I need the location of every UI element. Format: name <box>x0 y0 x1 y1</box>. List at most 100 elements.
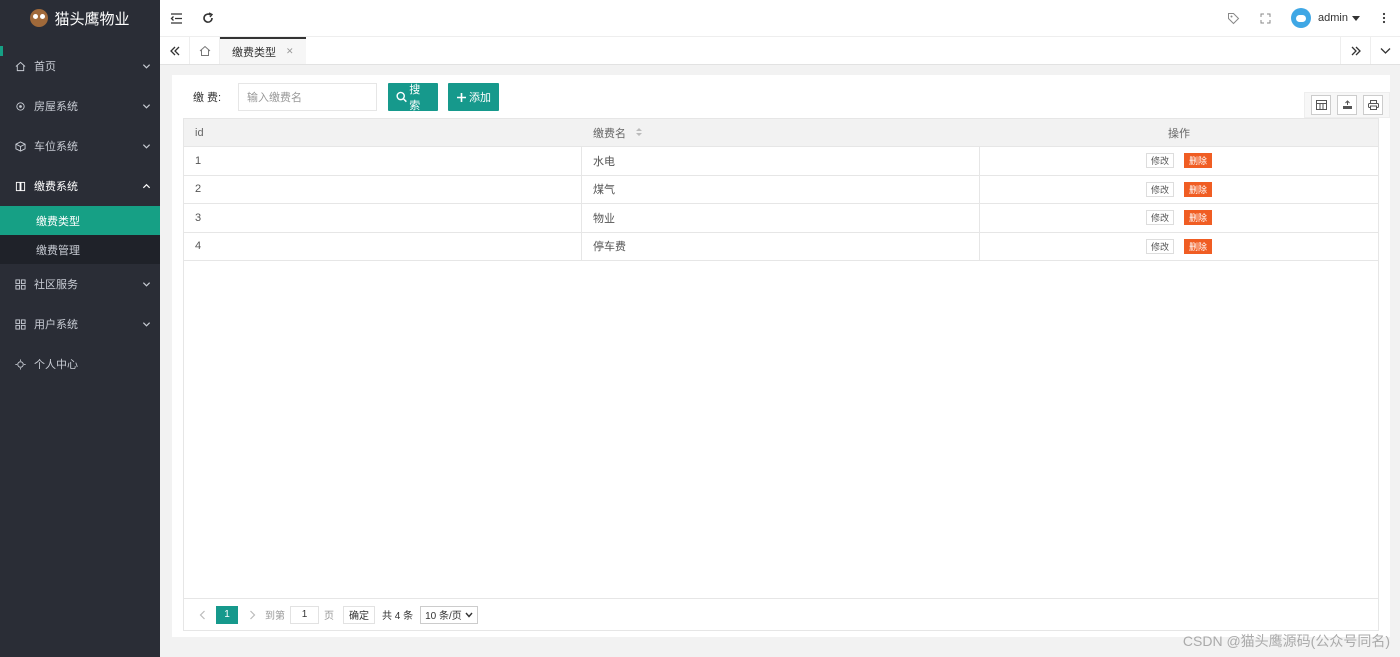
fee-type-table: id 缴费名 操作 1 水电 修改 删除 2 煤气 修改 删除 3 物业 修改 … <box>183 118 1379 631</box>
goto-confirm-button[interactable]: 确定 <box>343 605 375 624</box>
search-toolbar: 缴 费: 输入缴费名 搜索 添加 <box>182 83 499 112</box>
tag-icon <box>1227 12 1239 24</box>
chevron-down-icon <box>1380 47 1391 54</box>
fee-name-search-input[interactable]: 输入缴费名 <box>238 83 377 111</box>
tabs-bar: 缴费类型 ✕ <box>160 36 1400 65</box>
collapse-menu-button[interactable] <box>160 0 192 36</box>
page-size-select[interactable]: 10 条/页 <box>420 605 478 624</box>
column-header-name[interactable]: 缴费名 <box>582 125 980 141</box>
columns-icon <box>1315 100 1327 110</box>
table-row: 3 物业 修改 删除 <box>184 204 1378 233</box>
total-count: 共 4 条 <box>382 611 414 622</box>
sidebar-item-community[interactable]: 社区服务 <box>0 264 160 304</box>
edit-button[interactable]: 修改 <box>1145 210 1174 226</box>
theme-button[interactable] <box>1217 0 1249 36</box>
chevron-down-icon <box>142 62 151 70</box>
home-tab-button[interactable] <box>190 37 220 64</box>
column-header-id[interactable]: id <box>184 127 582 139</box>
sidebar-item-housing[interactable]: 房屋系统 <box>0 86 160 126</box>
edit-button[interactable]: 修改 <box>1145 153 1174 169</box>
edit-button[interactable]: 修改 <box>1145 181 1174 197</box>
refresh-button[interactable] <box>192 0 224 36</box>
goto-page-input[interactable]: 1 <box>290 605 319 624</box>
more-vertical-icon <box>1382 12 1386 24</box>
cell-name: 停车费 <box>582 232 980 260</box>
sidebar-subitem-fee-types[interactable]: 缴费类型 <box>0 206 160 235</box>
current-page[interactable]: 1 <box>216 605 238 624</box>
cell-actions: 修改 删除 <box>980 210 1378 226</box>
owl-logo-icon <box>30 9 49 27</box>
table-tools <box>1304 92 1390 118</box>
export-button[interactable] <box>1337 95 1357 115</box>
tabs-dropdown-button[interactable] <box>1370 37 1400 64</box>
tab-label: 缴费类型 <box>232 46 276 59</box>
sidebar-item-parking[interactable]: 车位系统 <box>0 126 160 166</box>
chevron-down-icon <box>142 280 151 288</box>
sidebar: 猫头鹰物业 首页 房屋系统 车位系统 缴费系统 缴费类型 缴费管理 社区服务 用… <box>0 0 160 657</box>
prev-page-button[interactable] <box>194 610 210 620</box>
apps-icon <box>14 278 26 290</box>
delete-button[interactable]: 删除 <box>1184 181 1213 197</box>
more-button[interactable] <box>1368 0 1400 36</box>
book-icon <box>14 180 26 192</box>
chevron-down-icon <box>142 142 151 150</box>
search-placeholder: 输入缴费名 <box>247 92 302 104</box>
settings-icon <box>14 100 26 112</box>
search-icon <box>396 91 407 103</box>
refresh-icon <box>203 12 214 23</box>
cell-id: 1 <box>184 147 582 175</box>
user-menu[interactable]: admin <box>1291 8 1360 28</box>
edit-button[interactable]: 修改 <box>1145 238 1174 254</box>
column-header-actions: 操作 <box>1168 127 1190 140</box>
tab-fee-types[interactable]: 缴费类型 ✕ <box>220 37 306 64</box>
print-button[interactable] <box>1363 95 1383 115</box>
sidebar-item-users[interactable]: 用户系统 <box>0 304 160 344</box>
tabs-scroll-left-button[interactable] <box>160 37 190 64</box>
sidebar-item-label: 社区服务 <box>34 279 78 291</box>
app-title: 猫头鹰物业 <box>54 10 130 28</box>
sidebar-subitem-fee-management[interactable]: 缴费管理 <box>0 235 160 264</box>
sidebar-item-label: 个人中心 <box>34 359 78 371</box>
export-icon <box>1342 100 1352 109</box>
chevron-right-icon <box>249 610 255 619</box>
tabs-right-controls <box>1340 37 1400 64</box>
cell-name: 水电 <box>582 147 980 175</box>
delete-button[interactable]: 删除 <box>1184 238 1213 254</box>
sidebar-nav: 首页 房屋系统 车位系统 缴费系统 缴费类型 缴费管理 社区服务 用户系统 个人… <box>0 36 160 384</box>
table-header: id 缴费名 操作 <box>184 119 1378 147</box>
close-icon[interactable]: ✕ <box>286 46 294 57</box>
sort-icon[interactable] <box>635 127 643 140</box>
cell-id: 2 <box>184 175 582 203</box>
search-button-label: 搜索 <box>409 84 421 112</box>
columns-filter-button[interactable] <box>1311 95 1331 115</box>
chevron-left-icon <box>199 610 205 619</box>
header-right: admin <box>1217 0 1400 36</box>
double-chevron-right-icon <box>1351 46 1361 55</box>
gear-icon <box>14 358 26 370</box>
sidebar-item-label: 首页 <box>34 61 56 73</box>
double-chevron-left-icon <box>169 46 179 55</box>
chevron-down-icon <box>142 102 151 110</box>
search-button[interactable]: 搜索 <box>388 83 438 112</box>
cell-actions: 修改 删除 <box>980 238 1378 254</box>
tabs-scroll-right-button[interactable] <box>1340 37 1370 64</box>
table-row: 1 水电 修改 删除 <box>184 147 1378 176</box>
sidebar-item-profile[interactable]: 个人中心 <box>0 344 160 384</box>
content-card: 缴 费: 输入缴费名 搜索 添加 id 缴费名 操作 1 水电 修改 删除 2 … <box>172 75 1390 637</box>
add-button[interactable]: 添加 <box>448 83 499 111</box>
app-logo: 猫头鹰物业 <box>0 0 160 36</box>
delete-button[interactable]: 删除 <box>1184 210 1213 226</box>
table-row: 2 煤气 修改 删除 <box>184 175 1378 204</box>
next-page-button[interactable] <box>244 610 260 620</box>
add-button-label: 添加 <box>469 92 491 104</box>
page-size-value: 10 条/页 <box>425 611 462 622</box>
sidebar-item-label: 房屋系统 <box>34 101 78 113</box>
sidebar-item-label: 缴费系统 <box>34 181 78 193</box>
fullscreen-icon <box>1260 13 1271 23</box>
delete-button[interactable]: 删除 <box>1184 153 1213 169</box>
sidebar-item-home[interactable]: 首页 <box>0 46 160 86</box>
sidebar-item-payment[interactable]: 缴费系统 <box>0 166 160 206</box>
watermark: CSDN @猫头鹰源码(公众号同名) <box>1182 633 1390 649</box>
fullscreen-button[interactable] <box>1249 0 1281 36</box>
cell-name: 煤气 <box>582 175 980 203</box>
